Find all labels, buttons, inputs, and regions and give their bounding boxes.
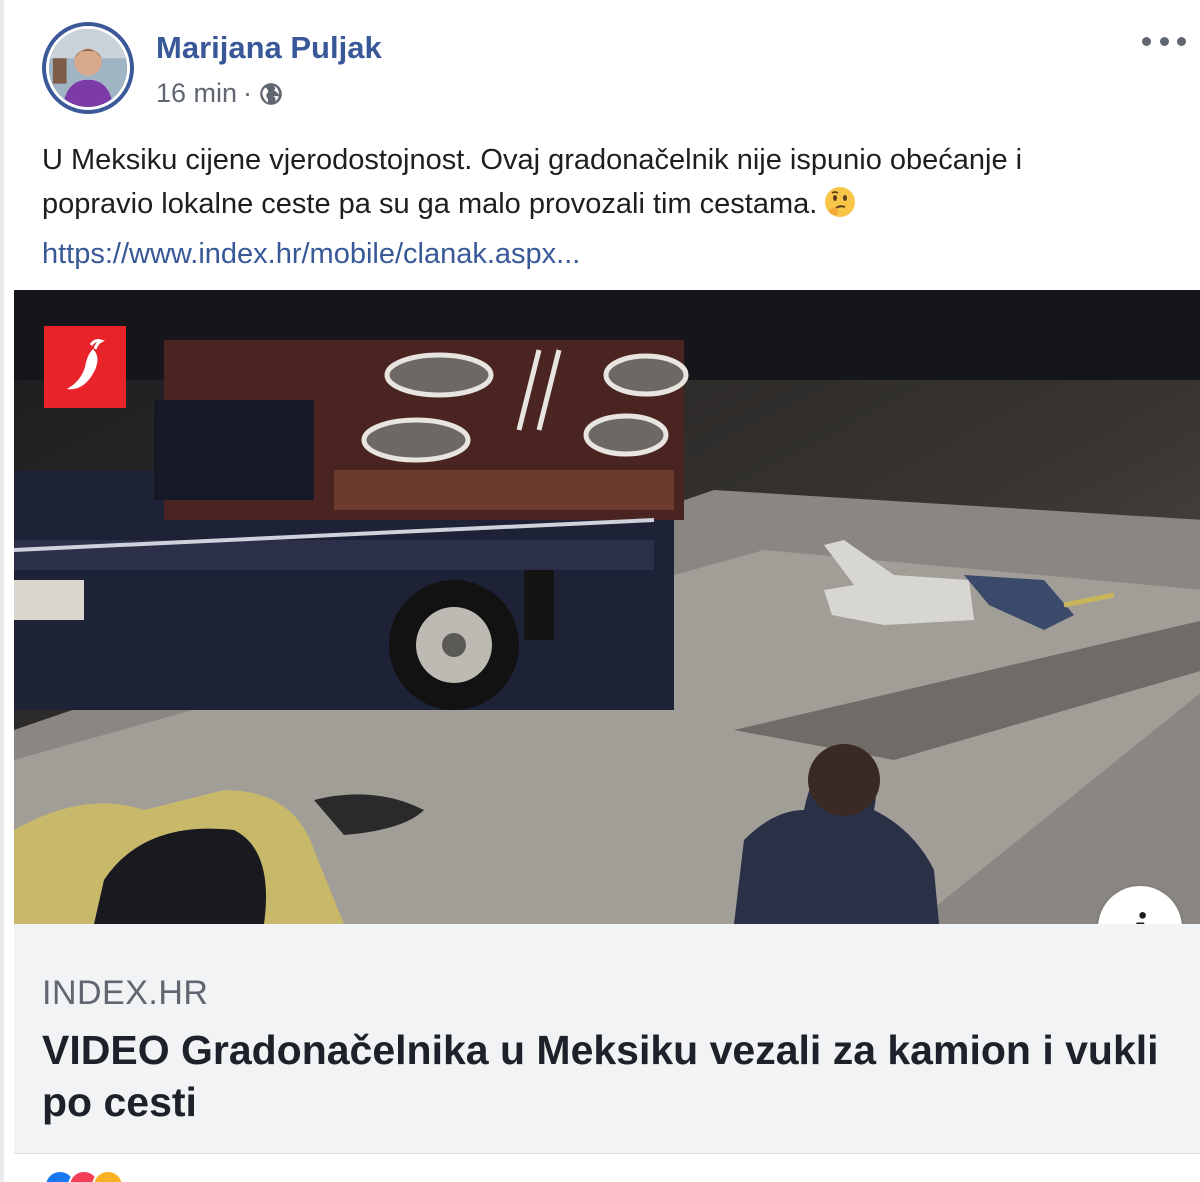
video-thumbnail[interactable] — [14, 290, 1200, 924]
post-text-line-1: U Meksiku cijene vjerodostojnost. Ovaj g… — [42, 144, 1023, 176]
thinking-face-emoji — [823, 185, 857, 232]
preview-headline[interactable]: VIDEO Gradonačelnika u Meksiku vezali za… — [42, 1024, 1182, 1128]
reaction-icons[interactable] — [44, 1170, 124, 1182]
chili-pepper-logo — [44, 326, 126, 408]
meta-separator: · — [243, 78, 253, 108]
post-text: U Meksiku cijene vjerodostojnost. Ovaj g… — [42, 138, 1192, 276]
link-preview-card[interactable]: INDEX.HR VIDEO Gradonačelnika u Meksiku … — [14, 924, 1200, 1154]
post-text-line-2: popravio lokalne ceste pa su ga malo pro… — [42, 188, 818, 220]
more-dot — [1177, 36, 1186, 46]
preview-domain: INDEX.HR — [42, 974, 209, 1012]
author-name[interactable]: Marijana Puljak — [156, 30, 382, 66]
avatar[interactable] — [42, 22, 134, 114]
post-meta: 16 min · — [156, 78, 284, 109]
globe-icon — [260, 82, 282, 105]
facebook-post: Marijana Puljak 16 min · U Meksiku cijen… — [0, 0, 1200, 1182]
more-dot — [1159, 36, 1169, 46]
more-options-icon[interactable] — [1142, 26, 1186, 56]
article-link[interactable]: https://www.index.hr/mobile/clanak.aspx.… — [42, 232, 1192, 276]
haha-reaction-icon — [92, 1170, 124, 1182]
timestamp[interactable]: 16 min — [156, 78, 237, 109]
avatar-image — [49, 29, 127, 107]
more-dot — [1142, 36, 1151, 46]
video-frame-image — [14, 290, 1200, 924]
avatar-photo — [46, 26, 130, 110]
post-header: Marijana Puljak 16 min · — [42, 22, 1200, 122]
